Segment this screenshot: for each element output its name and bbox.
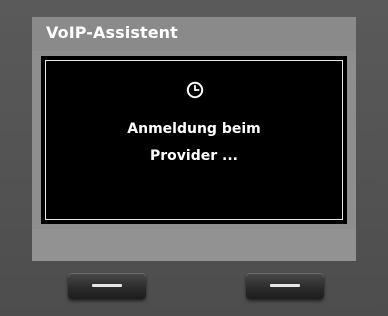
status-dialog-frame: Anmeldung beim Provider ... [45, 60, 343, 220]
page-title: VoIP-Assistent [46, 23, 178, 42]
status-message: Anmeldung beim Provider ... [46, 116, 342, 170]
dash-icon [270, 284, 300, 287]
softkey-label-bar [32, 229, 356, 261]
phone-display: VoIP-Assistent Anmeldung beim Provider .… [32, 17, 356, 261]
title-bar: VoIP-Assistent [32, 17, 356, 51]
status-message-line-1: Anmeldung beim [127, 121, 261, 137]
status-message-line-2: Provider ... [150, 148, 238, 164]
status-dialog: Anmeldung beim Provider ... [41, 56, 347, 224]
right-softkey-button[interactable] [246, 273, 324, 299]
phone-bezel: VoIP-Assistent Anmeldung beim Provider .… [0, 0, 388, 316]
left-softkey-button[interactable] [68, 273, 146, 299]
dash-icon [92, 284, 122, 287]
clock-icon [186, 81, 204, 99]
